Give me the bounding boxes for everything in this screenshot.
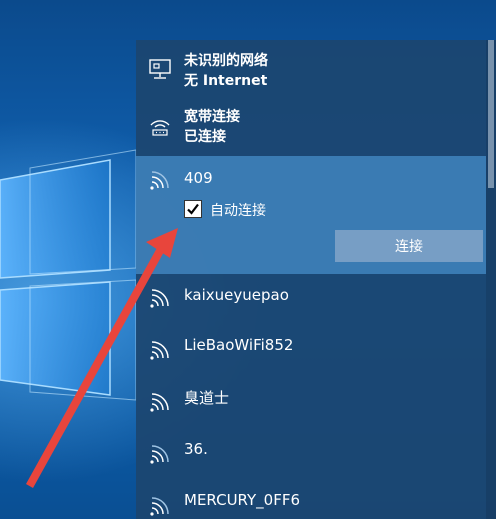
network-list-item[interactable]: LieBaoWiFi852 <box>136 326 486 378</box>
network-unidentified[interactable]: 未识别的网络 无 Internet <box>136 40 486 96</box>
network-name: kaixueyuepao <box>184 286 289 304</box>
network-unidentified-title: 未识别的网络 <box>184 53 268 69</box>
network-flyout: 未识别的网络 无 Internet 宽带连接 已连接 409 自动连接 连接 k… <box>136 40 496 519</box>
wifi-icon <box>150 341 169 360</box>
network-broadband-title: 宽带连接 <box>184 109 240 125</box>
wifi-icon <box>150 445 169 464</box>
network-list-item[interactable]: 36. <box>136 430 486 482</box>
scrollbar[interactable] <box>486 40 496 519</box>
connect-button[interactable]: 连接 <box>335 230 483 262</box>
network-name: 臭道士 <box>184 389 230 407</box>
wifi-icon <box>150 393 169 412</box>
auto-connect-checkbox[interactable] <box>184 200 202 218</box>
wifi-icon <box>150 289 169 308</box>
network-name: MERCURY_0FF6 <box>184 491 301 509</box>
checkmark-icon <box>187 203 199 215</box>
scroll-thumb[interactable] <box>488 40 494 188</box>
network-list-item[interactable]: 臭道士 <box>136 378 486 430</box>
network-name: 36. <box>184 440 208 458</box>
network-list-item[interactable]: MERCURY_0FF6 <box>136 482 486 519</box>
wifi-icon <box>150 497 169 516</box>
wired-monitor-icon <box>149 59 171 79</box>
network-list-item[interactable]: kaixueyuepao <box>136 274 486 326</box>
network-broadband[interactable]: 宽带连接 已连接 <box>136 96 486 152</box>
network-selected-name: 409 <box>184 169 213 187</box>
network-selected[interactable]: 409 自动连接 连接 <box>136 156 486 274</box>
auto-connect-label: 自动连接 <box>210 203 266 219</box>
network-unidentified-status: 无 Internet <box>184 73 268 89</box>
dialup-icon <box>150 120 170 136</box>
network-name: LieBaoWiFi852 <box>184 336 294 354</box>
wifi-icon <box>150 171 169 190</box>
network-broadband-status: 已连接 <box>184 129 226 145</box>
